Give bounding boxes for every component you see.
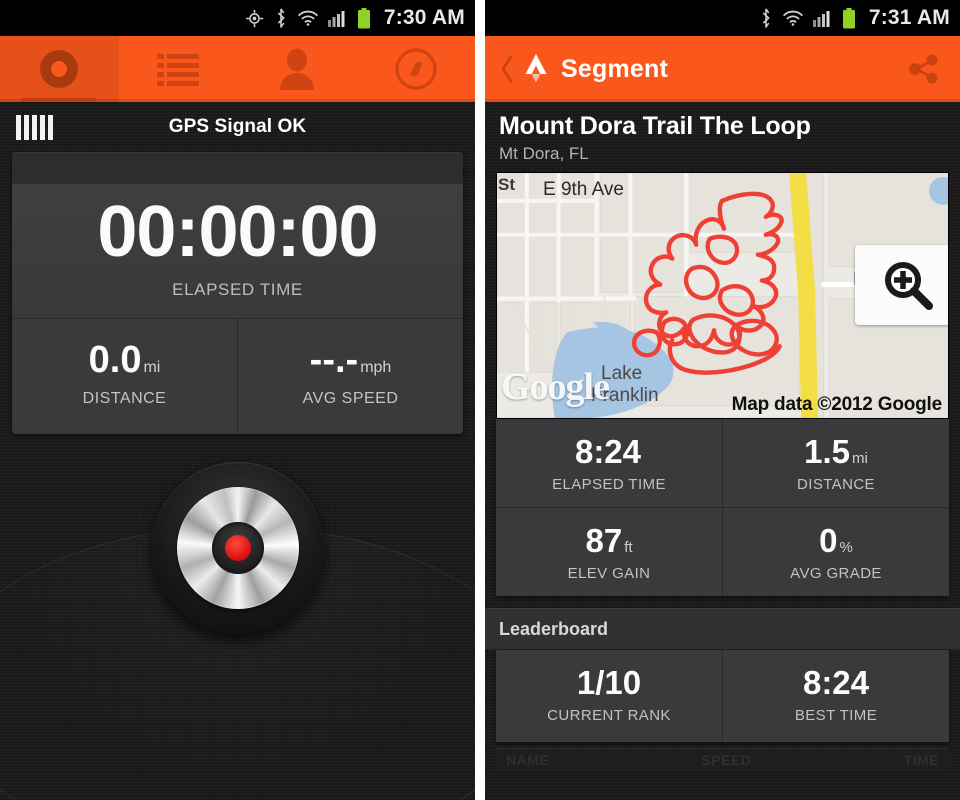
leaderboard-column-header-peek: NAME SPEED TIME — [496, 748, 949, 770]
map-label-e9th-ave: E 9th Ave — [543, 179, 624, 200]
tab-profile[interactable] — [238, 36, 357, 102]
back-chevron-icon[interactable] — [499, 54, 515, 84]
stat-elev-gain-unit: ft — [624, 539, 633, 556]
leaderboard-best-time-value: 8:24 — [802, 664, 870, 701]
tab-activities[interactable] — [119, 36, 238, 102]
bluetooth-icon — [759, 8, 773, 28]
elapsed-timer-label: ELAPSED TIME — [172, 280, 303, 299]
stat-distance-value: 1.5 — [804, 433, 851, 470]
leaderboard-best-time-label: BEST TIME — [794, 707, 878, 724]
stat-distance-unit: mi — [852, 450, 868, 467]
segment-location: Mt Dora, FL — [499, 144, 589, 163]
card-top-strip — [12, 152, 463, 184]
left-status-bar: 7:30 AM — [0, 0, 475, 36]
metric-distance-value: 0.0 — [88, 339, 142, 381]
stat-elev-gain-value: 87 — [585, 522, 623, 559]
right-phone-segment-screen: 7:31 AM Segment Mount Dora Trail The Loo… — [485, 0, 960, 800]
compass-icon — [395, 48, 437, 90]
leaderboard-section-header: Leaderboard — [485, 608, 960, 650]
stat-elev-gain: 87 ft ELEV GAIN — [496, 508, 722, 596]
left-status-time: 7:30 AM — [383, 6, 465, 29]
tab-record[interactable] — [0, 36, 119, 102]
segment-stats-grid: 8:24 ELAPSED TIME 1.5 mi DISTANCE 87 ft EL… — [496, 419, 949, 596]
record-button[interactable] — [151, 462, 324, 634]
battery-icon — [842, 7, 856, 29]
tab-explore[interactable] — [356, 36, 475, 102]
stat-avg-grade-value: 0 — [819, 522, 838, 559]
google-watermark: Google — [501, 366, 610, 408]
share-icon[interactable] — [900, 47, 946, 91]
strava-logo-icon — [521, 52, 551, 86]
record-stats-card: 00:00:00 ELAPSED TIME 0.0 mi DISTANCE --.… — [12, 152, 463, 434]
stat-elapsed-time-label: ELAPSED TIME — [552, 476, 666, 493]
stat-elev-gain-label: ELEV GAIN — [567, 565, 651, 582]
metric-avg-speed-unit: mph — [360, 359, 392, 376]
action-bar-title: Segment — [561, 54, 668, 83]
segment-action-bar: Segment — [485, 36, 960, 102]
battery-icon — [357, 7, 371, 29]
stat-distance: 1.5 mi DISTANCE — [722, 419, 949, 507]
stats-row-bottom: 87 ft ELEV GAIN 0% AVG GRADE — [496, 507, 949, 596]
leaderboard-best-time: 8:24 BEST TIME — [722, 650, 949, 742]
leaderboard-current-rank-label: CURRENT RANK — [547, 707, 671, 724]
metric-avg-speed-value: --.- — [309, 339, 359, 381]
map-zoom-in-button[interactable] — [855, 245, 948, 325]
leaderboard-col-name: NAME — [506, 751, 550, 768]
metrics-row: 0.0 mi DISTANCE --.- mph AVG SPEED — [12, 318, 463, 434]
elapsed-timer-block: 00:00:00 ELAPSED TIME — [12, 184, 463, 318]
record-button-hub — [211, 522, 264, 574]
stat-distance-label: DISTANCE — [797, 476, 875, 493]
wifi-icon — [297, 9, 319, 27]
metric-distance-unit: mi — [143, 359, 161, 376]
leaderboard-col-time: TIME — [903, 751, 939, 768]
stat-elapsed-time: 8:24 ELAPSED TIME — [496, 419, 722, 507]
leaderboard-current-rank: 1/10 CURRENT RANK — [496, 650, 722, 742]
map-label-st: St — [498, 175, 515, 194]
stat-elapsed-time-value: 8:24 — [574, 433, 642, 470]
record-red-dot-icon — [224, 535, 251, 561]
stat-avg-grade-label: AVG GRADE — [790, 565, 882, 582]
stat-avg-grade-unit: % — [839, 539, 853, 556]
gps-status-label: GPS Signal OK — [168, 116, 307, 137]
segment-title: Mount Dora Trail The Loop — [499, 112, 811, 140]
segment-heading: Mount Dora Trail The Loop Mt Dora, FL — [485, 102, 960, 172]
dual-phone-screenshot: 7:30 AM GPS Signal OK 00:00:00 ELAPSED T… — [0, 0, 960, 800]
left-phone-record-screen: 7:30 AM GPS Signal OK 00:00:00 ELAPSED T… — [0, 0, 475, 800]
wifi-icon — [782, 9, 804, 27]
stat-avg-grade: 0% AVG GRADE — [722, 508, 949, 596]
right-status-bar: 7:31 AM — [485, 0, 960, 36]
metric-avg-speed-label: AVG SPEED — [302, 390, 399, 407]
gps-signal-row: GPS Signal OK — [0, 102, 475, 152]
elapsed-timer-value: 00:00:00 — [97, 192, 378, 272]
record-donut-icon — [40, 50, 79, 88]
leaderboard-summary-grid: 1/10 CURRENT RANK 8:24 BEST TIME — [496, 650, 949, 742]
metric-distance: 0.0 mi DISTANCE — [12, 319, 237, 434]
segment-map[interactable]: St E 9th Ave Lake Franklin Na a Blv Goog… — [496, 172, 949, 419]
panel-divider — [475, 0, 485, 800]
list-icon — [157, 54, 200, 86]
cell-signal-icon — [812, 9, 833, 27]
leaderboard-col-speed: SPEED — [701, 751, 752, 768]
metric-distance-label: DISTANCE — [82, 390, 167, 407]
metric-avg-speed: --.- mph AVG SPEED — [237, 319, 463, 434]
person-icon — [279, 48, 314, 90]
right-status-time: 7:31 AM — [868, 6, 950, 29]
gps-crosshair-icon — [244, 8, 265, 29]
record-button-disc — [176, 487, 299, 609]
gps-signal-bars-icon — [16, 114, 53, 140]
cell-signal-icon — [327, 9, 348, 27]
stats-row-top: 8:24 ELAPSED TIME 1.5 mi DISTANCE — [496, 419, 949, 507]
zoom-in-icon — [884, 262, 933, 310]
left-tab-bar — [0, 36, 475, 102]
leaderboard-current-rank-value: 1/10 — [576, 664, 642, 701]
bluetooth-icon — [274, 8, 288, 28]
map-attribution: Map data ©2012 Google — [731, 394, 943, 415]
